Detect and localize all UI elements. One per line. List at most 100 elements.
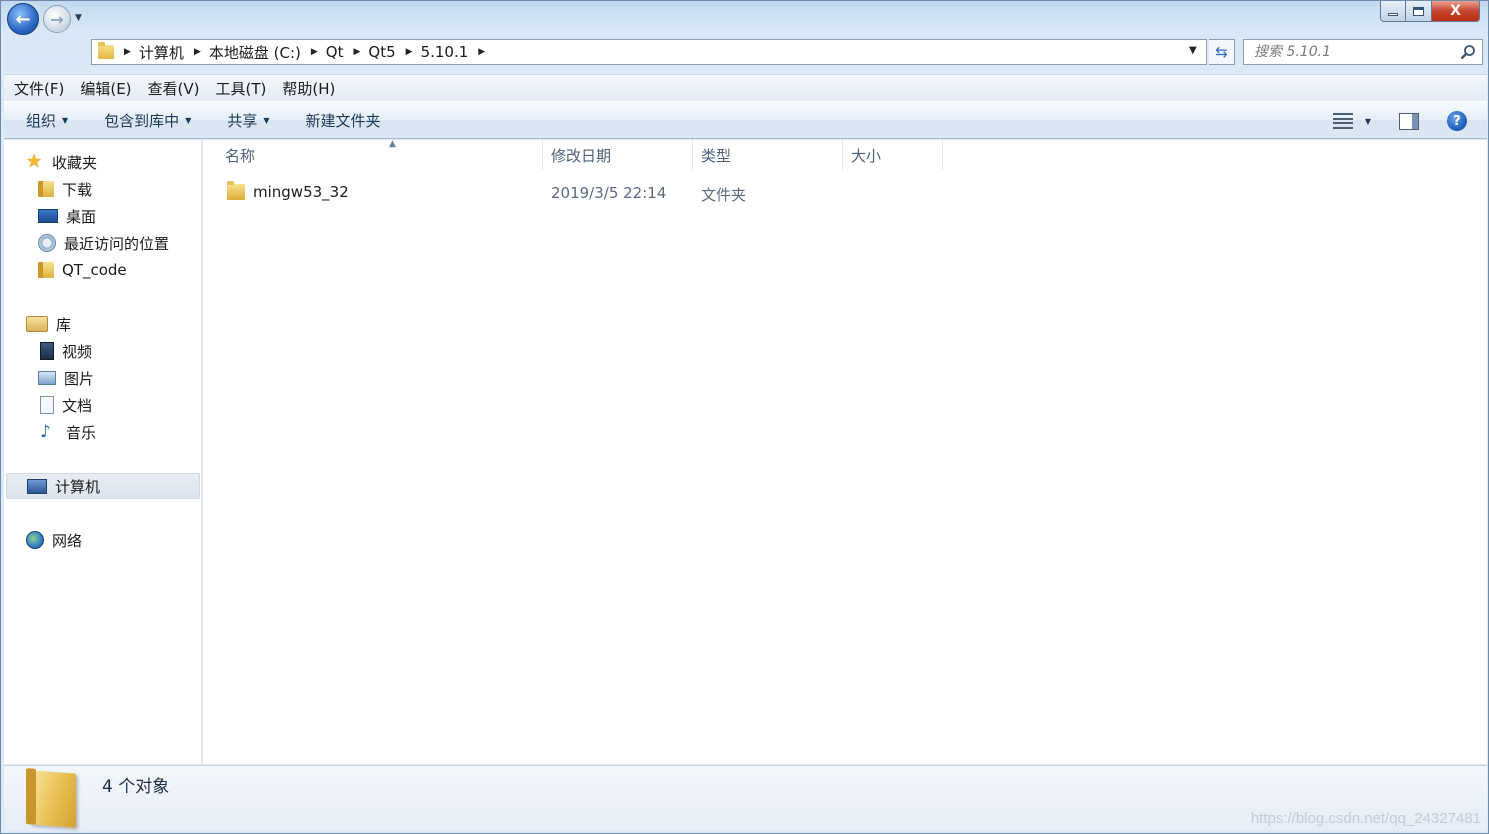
nav-documents-label: 文档	[62, 396, 93, 415]
recent-pages-dropdown[interactable]: ▼	[75, 13, 82, 23]
refresh-icon: ⇆	[1215, 43, 1228, 61]
menu-help[interactable]: 帮助(H)	[282, 78, 335, 99]
address-history-dropdown[interactable]: ▼	[1189, 45, 1197, 56]
folder-icon	[30, 770, 76, 828]
chevron-right-icon[interactable]: ▶	[124, 47, 131, 57]
video-icon	[40, 342, 54, 360]
view-options-dropdown[interactable]: ▼	[1365, 117, 1371, 126]
nav-music-label: 音乐	[66, 423, 97, 442]
nav-libraries-label: 库	[56, 315, 72, 334]
arrow-right-icon: →	[50, 9, 64, 29]
nav-qt-code[interactable]: QT_code	[38, 258, 127, 282]
breadcrumb-qt[interactable]: Qt	[326, 43, 344, 61]
details-view-icon[interactable]	[1332, 113, 1353, 129]
breadcrumb-local-disk[interactable]: 本地磁盘 (C:)	[209, 42, 301, 63]
search-box[interactable]	[1243, 39, 1483, 65]
menu-file[interactable]: 文件(F)	[14, 78, 64, 99]
column-type-label: 类型	[701, 146, 732, 165]
breadcrumb-qt5[interactable]: Qt5	[368, 43, 395, 61]
nav-videos[interactable]: 视频	[40, 339, 92, 363]
column-size-label: 大小	[851, 146, 882, 165]
view-controls: ▼ ?	[1332, 102, 1467, 140]
maximize-button[interactable]	[1406, 1, 1432, 22]
status-item-count: 4 个对象	[102, 777, 170, 797]
include-library-label: 包含到库中	[104, 111, 180, 130]
chevron-down-icon: ▼	[1189, 45, 1197, 56]
new-folder-button[interactable]: 新建文件夹	[306, 110, 381, 131]
breadcrumb-5-10-1[interactable]: 5.10.1	[421, 43, 469, 61]
watermark: https://blog.csdn.net/qq_24327481	[1250, 810, 1481, 827]
details-pane: 4 个对象 https://blog.csdn.net/qq_24327481	[4, 765, 1487, 831]
pictures-icon	[38, 371, 56, 385]
downloads-folder-icon	[38, 181, 54, 197]
share-label: 共享	[227, 111, 258, 130]
column-date[interactable]: 修改日期	[543, 140, 693, 170]
nav-favorites[interactable]: ★ 收藏夹	[26, 150, 97, 174]
forward-button[interactable]: →	[43, 5, 71, 33]
caret-down-icon: ▼	[62, 115, 69, 125]
nav-computer[interactable]: 计算机	[6, 473, 200, 499]
folder-icon	[98, 42, 114, 59]
chevron-down-icon: ▼	[75, 13, 82, 23]
caret-down-icon: ▼	[263, 115, 270, 125]
library-icon	[26, 316, 48, 332]
nav-documents[interactable]: 文档	[40, 393, 92, 417]
search-input[interactable]	[1254, 44, 1454, 60]
chevron-right-icon[interactable]: ▶	[406, 47, 413, 57]
nav-qt-code-label: QT_code	[62, 261, 127, 279]
nav-music[interactable]: ♪ 音乐	[40, 420, 96, 444]
computer-icon	[27, 478, 47, 494]
chevron-right-icon[interactable]: ▶	[478, 47, 485, 57]
menu-view[interactable]: 查看(V)	[148, 78, 200, 99]
nav-network-label: 网络	[52, 531, 83, 550]
file-list: 名称 ▲ 修改日期 类型 大小 mingw53_32 2019/3/5 22:1…	[203, 139, 1487, 764]
minimize-button[interactable]	[1380, 1, 1406, 22]
breadcrumb-computer[interactable]: 计算机	[139, 42, 184, 63]
nav-pictures[interactable]: 图片	[38, 366, 94, 390]
refresh-button[interactable]: ⇆	[1209, 39, 1235, 65]
include-in-library-button[interactable]: 包含到库中 ▼	[104, 110, 191, 131]
back-button[interactable]: ←	[7, 3, 39, 35]
nav-desktop[interactable]: 桌面	[38, 204, 96, 228]
star-icon: ★	[26, 151, 43, 172]
nav-downloads-label: 下载	[62, 180, 93, 199]
menu-edit[interactable]: 编辑(E)	[80, 78, 131, 99]
table-row[interactable]: mingw53_32 2019/3/5 22:14 文件夹	[227, 180, 1467, 204]
chevron-right-icon[interactable]: ▶	[353, 47, 360, 57]
maximize-icon	[1413, 6, 1424, 16]
desktop-icon	[38, 209, 58, 223]
command-bar: 组织 ▼ 包含到库中 ▼ 共享 ▼ 新建文件夹 ▼ ?	[4, 101, 1487, 139]
nav-downloads[interactable]: 下载	[38, 177, 93, 201]
close-icon: X	[1450, 3, 1461, 19]
nav-recent-label: 最近访问的位置	[64, 234, 170, 253]
new-folder-label: 新建文件夹	[305, 111, 381, 130]
column-size[interactable]: 大小	[843, 140, 943, 170]
recent-places-icon	[38, 234, 56, 252]
file-date: 2019/3/5 22:14	[551, 184, 667, 202]
menu-bar: 文件(F) 编辑(E) 查看(V) 工具(T) 帮助(H)	[4, 74, 1487, 101]
help-icon[interactable]: ?	[1447, 111, 1467, 131]
navigation-pane: ★ 收藏夹 下载 桌面 最近访问的位置 QT_code 库 视频 图片 文档 ♪…	[4, 140, 202, 764]
folder-icon	[38, 262, 54, 278]
close-button[interactable]: X	[1432, 1, 1480, 22]
share-button[interactable]: 共享 ▼	[227, 110, 269, 131]
chevron-right-icon[interactable]: ▶	[194, 47, 201, 57]
sort-ascending-icon: ▲	[389, 139, 396, 149]
nav-libraries[interactable]: 库	[26, 312, 71, 336]
caret-down-icon: ▼	[185, 115, 192, 125]
nav-computer-label: 计算机	[55, 477, 101, 496]
preview-pane-icon[interactable]	[1399, 112, 1419, 130]
nav-recent-places[interactable]: 最近访问的位置	[38, 231, 169, 255]
organize-button[interactable]: 组织 ▼	[26, 110, 68, 131]
menu-tools[interactable]: 工具(T)	[216, 78, 267, 99]
column-name[interactable]: 名称 ▲	[217, 139, 543, 170]
nav-network[interactable]: 网络	[26, 528, 82, 552]
nav-pictures-label: 图片	[64, 369, 95, 388]
column-type[interactable]: 类型	[693, 140, 843, 170]
chevron-right-icon[interactable]: ▶	[311, 47, 318, 57]
address-bar[interactable]: ▶ 计算机 ▶ 本地磁盘 (C:) ▶ Qt ▶ Qt5 ▶ 5.10.1 ▶	[91, 39, 1207, 65]
explorer-window: X ← → ▼ ▶ 计算机 ▶ 本地磁盘 (C:) ▶ Qt ▶ Qt5 ▶ 5…	[0, 0, 1489, 834]
network-icon	[26, 531, 44, 549]
search-icon[interactable]	[1460, 44, 1476, 60]
documents-icon	[40, 396, 54, 414]
